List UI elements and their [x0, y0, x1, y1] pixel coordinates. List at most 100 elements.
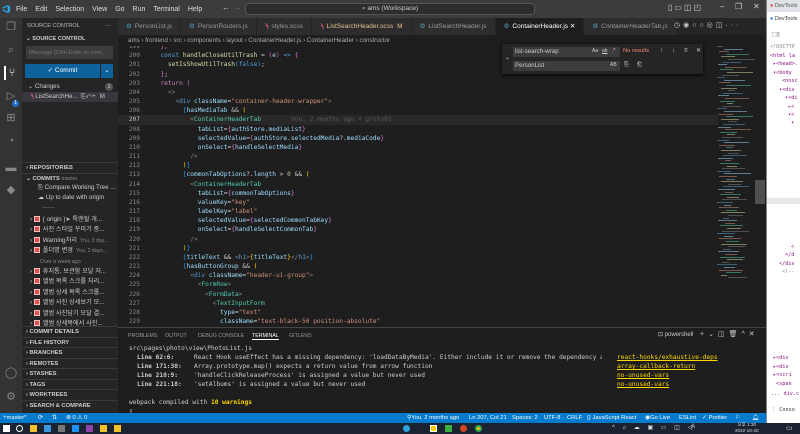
replace-icon[interactable]: ⎘ [624, 61, 629, 69]
tab-problems[interactable]: PROBLEMS [128, 333, 157, 339]
dom-node[interactable]: <nosc [782, 78, 798, 84]
taskbar-app-icon[interactable] [430, 425, 437, 432]
terminal-output[interactable]: src\pages\photo\view\PhotoList.js Line 6… [129, 344, 759, 416]
commit-item[interactable]: › 사진 스타일 꾸미기 중... [22, 225, 118, 235]
taskbar-app-icon[interactable] [114, 425, 121, 432]
close-window-button[interactable]: ✕ [753, 2, 760, 11]
preserve-case-toggle[interactable]: AB [610, 62, 617, 68]
editor-actions-icons[interactable]: ◷◉○○◎◫··· [674, 21, 741, 29]
chrome-icon[interactable] [475, 425, 482, 432]
section-file-history[interactable]: › FILE HISTORY [22, 336, 118, 347]
tab-gitlens[interactable]: GITLENS [289, 333, 312, 339]
source-control-icon[interactable]: ⑂ [4, 66, 18, 80]
publish-icon[interactable]: ⇅ [52, 413, 57, 423]
menu-edit[interactable]: Edit [35, 6, 47, 13]
taskbar-app-icon[interactable] [86, 425, 93, 432]
eslint-status[interactable]: ESLint [679, 413, 696, 423]
dom-node[interactable]: ▸< [788, 104, 794, 110]
menu-terminal[interactable]: Terminal [153, 6, 179, 13]
prettier-status[interactable]: ✓ Prettier [702, 413, 727, 423]
commit-item[interactable]: › 폴더명 변경 You, 2 days... [22, 246, 118, 256]
eslint-rule-link[interactable]: react-hooks/exhaustive-deps [617, 353, 718, 362]
section-commit-details[interactable]: › COMMIT DETAILS [22, 326, 118, 336]
section-stashes[interactable]: › STASHES [22, 368, 118, 378]
taskbar-app-icon[interactable] [58, 425, 65, 432]
tab-listsearchheader-scss[interactable]: ϡ ListSearchHeader.scss M [311, 18, 412, 35]
encoding-status[interactable]: UTF-8 [544, 413, 560, 423]
editor-scrollbar[interactable] [755, 180, 765, 204]
extensions-icon[interactable]: ⊞ [4, 111, 18, 125]
menu-file[interactable]: File [16, 6, 27, 13]
breadcrumb-item[interactable]: layout [226, 37, 243, 44]
tab-terminal[interactable]: TERMINAL [252, 333, 279, 340]
menu-run[interactable]: Run [133, 6, 146, 13]
menu-view[interactable]: View [92, 6, 107, 13]
commit-item[interactable]: › Warning처리 You, 2 day... [22, 236, 118, 246]
sync-icon[interactable]: ⟳ [38, 413, 43, 423]
breadcrumb-item[interactable]: ams [128, 37, 140, 44]
dom-node[interactable]: </d [785, 252, 794, 258]
dom-node[interactable]: <html la [770, 53, 795, 59]
tab-containerheadertab-js[interactable]: ⚙ ContainerHeaderTab.js [584, 18, 677, 35]
taskbar-app-icon[interactable] [44, 425, 51, 432]
command-center-search[interactable]: ⌕ ams (Workspace) [245, 3, 535, 15]
next-match-icon[interactable]: ↓ [672, 47, 675, 54]
compare-working-tree[interactable]: ⎘ Compare Working Tree ... [22, 183, 118, 193]
tab-listsearchheader-js[interactable]: ⚙ ListSearchHeader.js [411, 18, 496, 35]
system-tray-icons[interactable]: ^ ⌂ ☁ ▣ ▭ ◫ ◁ [612, 424, 695, 431]
dom-node[interactable]: <!DOCTYP [770, 44, 795, 50]
devtools-breadcrumb[interactable]: ... div.c [771, 391, 799, 397]
branch-status[interactable]: ⑂ master* [3, 413, 26, 423]
find-in-selection-icon[interactable]: ≡ [684, 47, 688, 54]
run-debug-icon[interactable]: ▷ [4, 89, 18, 103]
dom-node[interactable]: ▾ [791, 120, 794, 126]
menu-go[interactable]: Go [115, 6, 124, 13]
dom-node[interactable]: ▸<head>. [773, 61, 798, 67]
problems-status[interactable]: ⊗ 0 ⚠ 0 [66, 413, 87, 423]
file-actions-icons[interactable]: ⎘↶+ [81, 93, 96, 100]
file-explorer-icon[interactable] [30, 425, 37, 432]
minimap[interactable] [713, 46, 755, 326]
dom-node[interactable]: ▾< [788, 112, 794, 118]
back-arrow-icon[interactable]: ← [222, 3, 230, 12]
commit-item[interactable]: › 앨범 사진담기 모달 결... [22, 309, 118, 319]
language-mode[interactable]: {} JavaScript React [587, 413, 636, 423]
taskbar-app-icon[interactable] [100, 425, 107, 432]
replace-input[interactable]: PersonList [513, 61, 620, 71]
tab-personrouters-js[interactable]: ⚙ PersonRouters.js [181, 18, 257, 35]
section-tags[interactable]: › TAGS [22, 378, 118, 389]
devtools-tab[interactable]: ● DevTools [770, 16, 797, 22]
dom-node[interactable]: <span [776, 381, 792, 387]
notification-center-icon[interactable]: ▭ [786, 424, 793, 432]
docker-icon[interactable]: ◆ [4, 183, 18, 197]
tab-containerheader-js[interactable]: ⚙ ContainerHeader.js ✕ [495, 18, 585, 35]
match-word-toggle[interactable]: ab [602, 48, 608, 54]
terminal-shell-selector[interactable]: ⊡ powershell [658, 331, 693, 338]
close-tab-icon[interactable]: ✕ [568, 23, 575, 30]
dom-node[interactable]: < [791, 244, 794, 250]
inspect-element-icon[interactable]: ⬚▯ [772, 30, 780, 38]
taskbar-app-icon[interactable] [403, 425, 410, 432]
section-worktrees[interactable]: › WORKTREES [22, 389, 118, 399]
remote-explorer-icon[interactable]: ◔ [4, 134, 18, 148]
breadcrumb-item[interactable]: frontend [145, 37, 168, 44]
close-find-icon[interactable]: ✕ [696, 47, 701, 54]
breadcrumb-item[interactable]: ContainerHeader [307, 37, 354, 44]
explorer-icon[interactable]: ❐ [4, 20, 18, 34]
menu-help[interactable]: Help [188, 6, 202, 13]
eslint-rule-link[interactable]: array-callback-return [617, 362, 695, 371]
regex-toggle[interactable]: .* [612, 48, 615, 54]
console-drawer-tab[interactable]: ⋮ Conso [771, 407, 795, 413]
dom-node[interactable]: </div [779, 261, 795, 267]
section-remotes[interactable]: › REMOTES [22, 357, 118, 368]
commit-item[interactable]: › { origin }➤ 툭앤될 개... [22, 215, 118, 225]
search-icon[interactable]: ⌕ [4, 43, 18, 57]
commit-message-input[interactable] [26, 46, 113, 59]
minimize-button[interactable]: – [720, 2, 724, 11]
changes-group[interactable]: ⌄ Changes [22, 82, 118, 92]
go-live-button[interactable]: ◉ Go Live [645, 413, 670, 423]
tab-debug-console[interactable]: DEBUG CONSOLE [198, 333, 244, 339]
section-search-compare[interactable]: › SEARCH & COMPARE [22, 399, 118, 410]
terminal-actions-icons[interactable]: +⌄◫🗑︎^✕ [700, 330, 759, 338]
dom-node[interactable]: <!-- [782, 269, 795, 275]
